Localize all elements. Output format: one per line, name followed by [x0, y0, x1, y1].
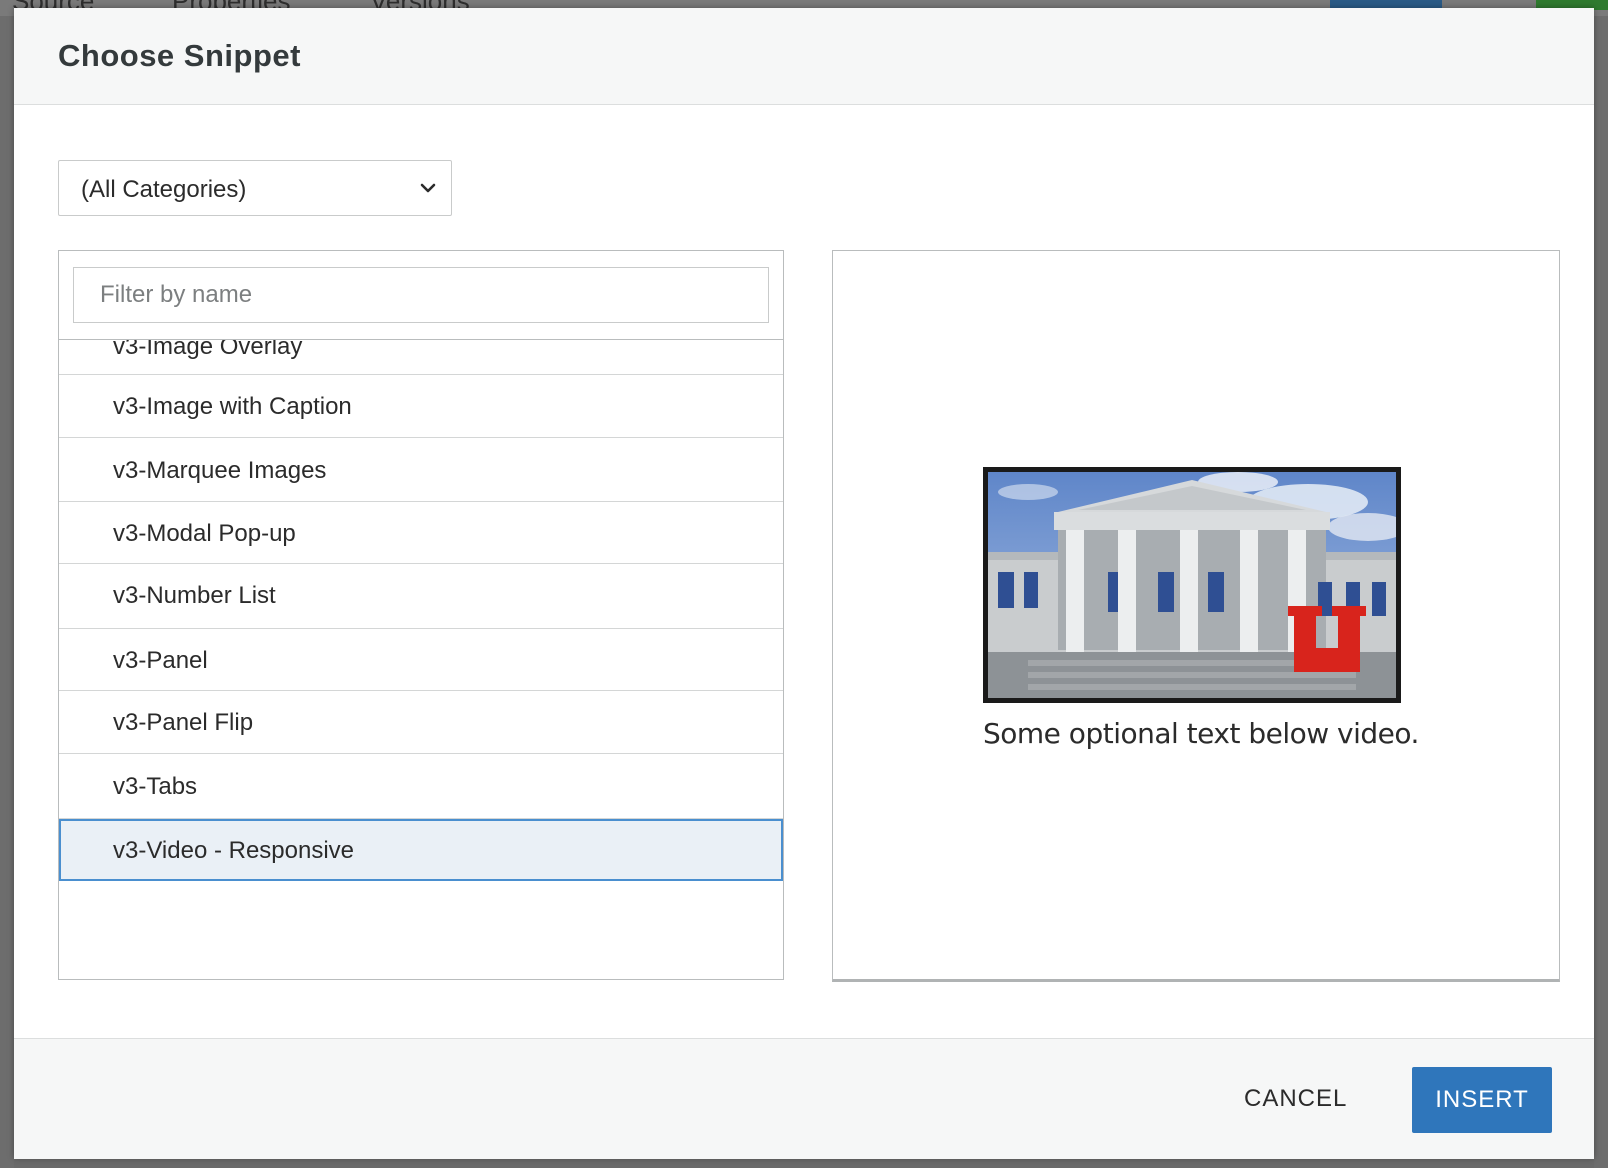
- dialog-header: Choose Snippet: [14, 8, 1594, 105]
- building-image: [988, 472, 1396, 698]
- snippet-item-image-overlay[interactable]: v3-Image Overlay: [59, 339, 783, 375]
- snippet-preview-panel: Some optional text below video.: [832, 250, 1560, 982]
- snippet-list[interactable]: v3-Image Overlay v3-Image with Caption v…: [59, 339, 783, 979]
- snippet-list-panel: v3-Image Overlay v3-Image with Caption v…: [58, 250, 784, 980]
- snippet-item-marquee-images[interactable]: v3-Marquee Images: [59, 438, 783, 502]
- choose-snippet-dialog: Choose Snippet (All Categories) v3-Image…: [14, 8, 1594, 1159]
- filter-by-name-input[interactable]: [73, 267, 769, 323]
- snippet-item-label: v3-Video - Responsive: [113, 837, 355, 864]
- snippet-item-label: v3-Panel: [113, 647, 208, 674]
- snippet-item-panel[interactable]: v3-Panel: [59, 629, 783, 691]
- insert-button[interactable]: INSERT: [1412, 1067, 1552, 1133]
- snippet-item-number-list[interactable]: v3-Number List: [59, 564, 783, 629]
- filter-container: [59, 251, 783, 340]
- snippet-item-label: v3-Panel Flip: [113, 709, 254, 736]
- preview-caption-text: Some optional text below video.: [983, 717, 1419, 750]
- snippet-item-video-responsive[interactable]: v3-Video - Responsive: [59, 819, 783, 881]
- cancel-button[interactable]: CANCEL: [1244, 1071, 1347, 1127]
- background-left-edge: [0, 16, 14, 1168]
- preview-video-thumbnail: [983, 467, 1401, 703]
- snippet-item-label: v3-Marquee Images: [113, 457, 327, 484]
- snippet-item-label: v3-Number List: [113, 582, 276, 609]
- chevron-down-icon: [420, 183, 436, 193]
- snippet-item-label: v3-Image Overlay: [113, 339, 303, 360]
- dialog-footer: CANCEL INSERT: [14, 1038, 1594, 1159]
- snippet-item-label: v3-Image with Caption: [113, 393, 352, 420]
- snippet-item-image-with-caption[interactable]: v3-Image with Caption: [59, 375, 783, 438]
- category-select[interactable]: (All Categories): [58, 160, 452, 216]
- snippet-item-modal-popup[interactable]: v3-Modal Pop-up: [59, 502, 783, 564]
- snippet-item-tabs[interactable]: v3-Tabs: [59, 754, 783, 819]
- category-select-value: (All Categories): [81, 176, 247, 203]
- background-right-edge: [1594, 16, 1608, 1168]
- dialog-title: Choose Snippet: [58, 38, 301, 73]
- snippet-item-panel-flip[interactable]: v3-Panel Flip: [59, 691, 783, 754]
- snippet-item-label: v3-Tabs: [113, 773, 198, 800]
- snippet-item-label: v3-Modal Pop-up: [113, 520, 296, 547]
